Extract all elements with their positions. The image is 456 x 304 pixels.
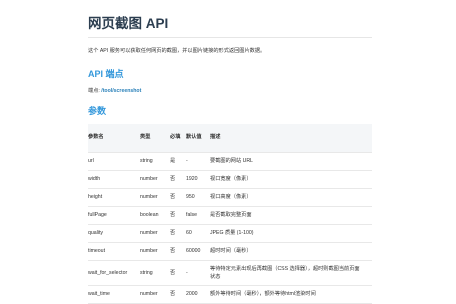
- page-title: 网页截图 API: [88, 14, 372, 38]
- params-header-row: 参数名 类型 必填 默认值 描述: [88, 124, 372, 153]
- param-name: width: [88, 170, 140, 189]
- param-type: number: [140, 170, 170, 189]
- table-row: fullPage boolean 否 false 是否截取完整页面: [88, 206, 372, 225]
- param-required: 否: [170, 260, 186, 286]
- param-default: 60000: [186, 242, 210, 261]
- param-required: 是: [170, 152, 186, 171]
- param-name: url: [88, 152, 140, 171]
- param-type: string: [140, 152, 170, 171]
- param-desc: JPEG 质量 (1-100): [210, 224, 372, 243]
- param-desc: 视口高度（像素）: [210, 188, 372, 207]
- param-default: 1920: [186, 170, 210, 189]
- col-header-default: 默认值: [186, 124, 210, 153]
- param-type: number: [140, 224, 170, 243]
- param-desc: 要截图的网站 URL: [210, 152, 372, 171]
- param-default: 950: [186, 188, 210, 207]
- table-row: quality number 否 60 JPEG 质量 (1-100): [88, 224, 372, 243]
- param-name: wait_for_selector: [88, 260, 140, 286]
- table-row: wait_time number 否 2000 额外等待时间（毫秒），额外等待h…: [88, 285, 372, 304]
- param-required: 否: [170, 285, 186, 304]
- col-header-required: 必填: [170, 124, 186, 153]
- table-row: wait_for_selector string 否 - 等待特定元素出现后再截…: [88, 260, 372, 286]
- param-required: 否: [170, 188, 186, 207]
- param-type: boolean: [140, 206, 170, 225]
- endpoint-label: 端点:: [88, 88, 102, 94]
- col-header-type: 类型: [140, 124, 170, 153]
- param-name: timeout: [88, 242, 140, 261]
- param-desc: 额外等待时间（毫秒），额外等待html渲染时间: [210, 285, 372, 304]
- param-required: 否: [170, 242, 186, 261]
- param-desc: 等待特定元素出现后再截图（CSS 选择器），超时则截图当前页面状态: [210, 260, 372, 286]
- param-default: -: [186, 152, 210, 171]
- endpoint-path: /tool/screenshot: [101, 88, 142, 94]
- param-name: wait_time: [88, 285, 140, 304]
- table-row: height number 否 950 视口高度（像素）: [88, 188, 372, 207]
- col-header-desc: 描述: [210, 124, 372, 153]
- endpoint-heading: API 端点: [88, 69, 124, 79]
- params-heading: 参数: [88, 106, 107, 116]
- param-default: 60: [186, 224, 210, 243]
- table-row: width number 否 1920 视口宽度（像素）: [88, 170, 372, 189]
- param-type: string: [140, 260, 170, 286]
- param-name: height: [88, 188, 140, 207]
- param-desc: 超时时间（毫秒）: [210, 242, 372, 261]
- params-table: 参数名 类型 必填 默认值 描述 url string 是 - 要截图的网站 U…: [88, 124, 372, 304]
- param-default: -: [186, 260, 210, 286]
- param-type: number: [140, 242, 170, 261]
- param-default: 2000: [186, 285, 210, 304]
- intro-text: 这个 API 服务可以获取任何网页的截图，并以图片链接的形式返回图片数据。: [88, 48, 266, 54]
- param-name: quality: [88, 224, 140, 243]
- param-desc: 是否截取完整页面: [210, 206, 372, 225]
- param-type: number: [140, 285, 170, 304]
- param-desc: 视口宽度（像素）: [210, 170, 372, 189]
- param-default: false: [186, 206, 210, 225]
- table-row: timeout number 否 60000 超时时间（毫秒）: [88, 242, 372, 261]
- table-row: url string 是 - 要截图的网站 URL: [88, 152, 372, 171]
- doc-page: 网页截图 API 这个 API 服务可以获取任何网页的截图，并以图片链接的形式返…: [88, 0, 372, 304]
- col-header-name: 参数名: [88, 124, 140, 153]
- param-name: fullPage: [88, 206, 140, 225]
- param-required: 否: [170, 224, 186, 243]
- endpoint-line: 端点: /tool/screenshot: [88, 87, 372, 95]
- param-required: 否: [170, 170, 186, 189]
- param-required: 否: [170, 206, 186, 225]
- param-type: number: [140, 188, 170, 207]
